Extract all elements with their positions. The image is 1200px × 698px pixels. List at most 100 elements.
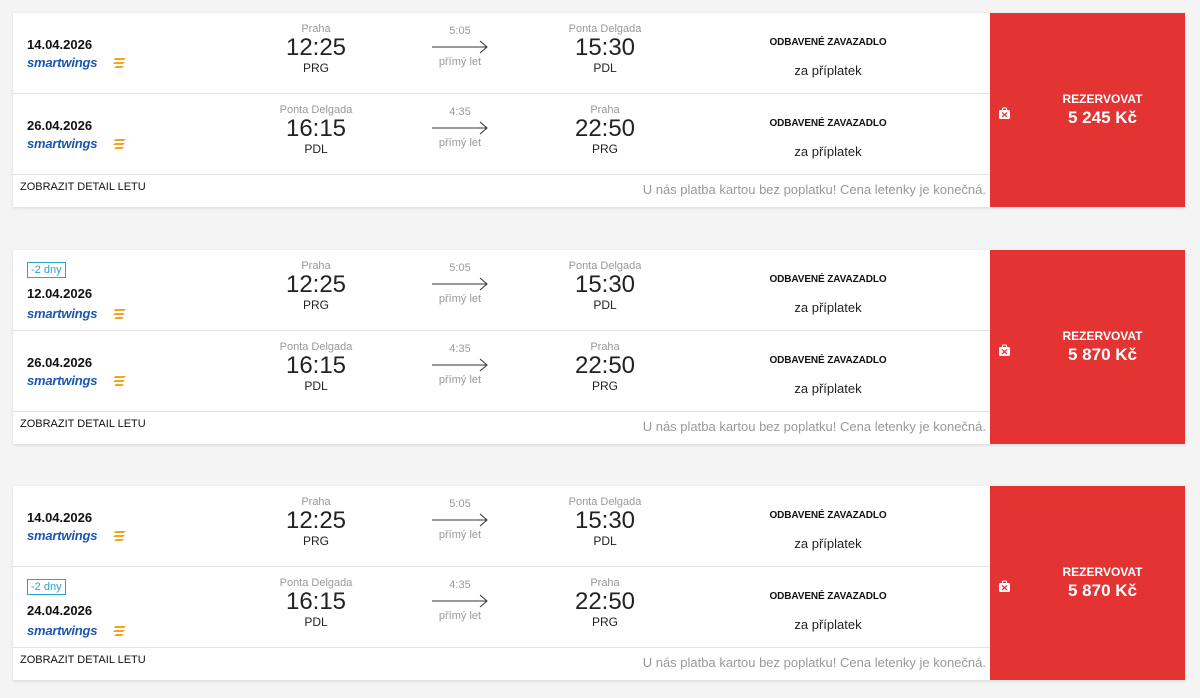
book-button[interactable]: REZERVOVAT 5 870 Kč <box>990 486 1185 680</box>
leg-date: 24.04.2026 <box>27 603 93 618</box>
baggage-fee: za příplatek <box>794 536 862 551</box>
leg-date-column: 14.04.2026 smartwings <box>27 486 227 567</box>
airline-logo-wing-icon <box>113 376 126 386</box>
airline-logo: smartwings <box>27 373 126 388</box>
checked-baggage-info: ODBAVENÉ ZAVAZADLO za příplatek <box>753 591 903 632</box>
flight-type: přímý let <box>438 374 482 386</box>
leg-date-column: -2 dny 12.04.2026 smartwings <box>27 250 227 331</box>
departure-airport-code: PRG <box>302 298 329 312</box>
arrival-airport-code: PDL <box>593 298 617 312</box>
flight-arrow-icon <box>432 358 488 372</box>
payment-note: U nás platba kartou bez poplatku! Cena l… <box>642 419 986 434</box>
airline-logo-wing-icon <box>113 58 126 68</box>
flight-duration-block: 4:35 přímý let <box>405 579 515 622</box>
offer-footer: ZOBRAZIT DETAIL LETU U nás platba kartou… <box>13 648 990 680</box>
flight-type: přímý let <box>438 56 482 68</box>
airline-name: smartwings <box>27 306 98 321</box>
flight-offer-card: -2 dny 12.04.2026 smartwings Praha 12:25… <box>13 250 1185 444</box>
flight-duration: 5:05 <box>449 262 471 274</box>
book-button-label: REZERVOVAT <box>1062 92 1143 106</box>
leg-date-column: 26.04.2026 smartwings <box>27 331 227 412</box>
departure-airport-code: PDL <box>304 379 328 393</box>
arrival-airport-code: PDL <box>593 534 617 548</box>
departure-airport-code: PRG <box>302 534 329 548</box>
airline-logo: smartwings <box>27 623 126 638</box>
show-flight-detail-link[interactable]: ZOBRAZIT DETAIL LETU <box>20 418 146 430</box>
arrival-airport-code: PRG <box>591 615 618 629</box>
leg-date-column: -2 dny 24.04.2026 smartwings <box>27 567 227 648</box>
flight-leg: 14.04.2026 smartwings Praha 12:25 PRG 5:… <box>13 13 990 94</box>
show-flight-detail-link[interactable]: ZOBRAZIT DETAIL LETU <box>20 181 146 193</box>
arrival-airport-code: PRG <box>591 379 618 393</box>
leg-date: 26.04.2026 <box>27 118 93 133</box>
date-shift-badge: -2 dny <box>27 262 66 278</box>
departure: Praha 12:25 PRG <box>256 260 376 312</box>
flight-duration-block: 4:35 přímý let <box>405 106 515 149</box>
flight-duration: 4:35 <box>449 343 471 355</box>
arrival: Praha 22:50 PRG <box>545 577 665 629</box>
arrival: Praha 22:50 PRG <box>545 104 665 156</box>
baggage-fee: za příplatek <box>794 617 862 632</box>
departure-time: 16:15 <box>285 352 347 379</box>
baggage-fee: za příplatek <box>794 381 862 396</box>
leg-date: 14.04.2026 <box>27 37 93 52</box>
departure-time: 12:25 <box>285 271 347 298</box>
leg-date-column: 26.04.2026 smartwings <box>27 94 227 175</box>
payment-note: U nás platba kartou bez poplatku! Cena l… <box>642 182 986 197</box>
departure-time: 16:15 <box>285 115 347 142</box>
arrival: Praha 22:50 PRG <box>545 341 665 393</box>
checked-baggage-info: ODBAVENÉ ZAVAZADLO za příplatek <box>753 37 903 78</box>
flight-leg: -2 dny 12.04.2026 smartwings Praha 12:25… <box>13 250 990 331</box>
baggage-title: ODBAVENÉ ZAVAZADLO <box>769 355 887 366</box>
flight-arrow-icon <box>432 121 488 135</box>
flight-arrow-icon <box>432 40 488 54</box>
departure: Praha 12:25 PRG <box>256 23 376 75</box>
offer-price: 5 245 Kč <box>1068 108 1137 127</box>
airline-name: smartwings <box>27 623 98 638</box>
offer-price: 5 870 Kč <box>1068 345 1137 364</box>
departure-airport-code: PDL <box>304 615 328 629</box>
arrival-time: 15:30 <box>574 507 636 534</box>
flight-offer-card: 14.04.2026 smartwings Praha 12:25 PRG 5:… <box>13 486 1185 680</box>
departure-time: 16:15 <box>285 588 347 615</box>
airline-logo-wing-icon <box>113 626 126 636</box>
flight-type: přímý let <box>438 137 482 149</box>
baggage-fee: za příplatek <box>794 63 862 78</box>
show-flight-detail-link[interactable]: ZOBRAZIT DETAIL LETU <box>20 654 146 666</box>
arrival-time: 15:30 <box>574 271 636 298</box>
checked-baggage-info: ODBAVENÉ ZAVAZADLO za příplatek <box>753 274 903 315</box>
flight-type: přímý let <box>438 529 482 541</box>
book-button-label: REZERVOVAT <box>1062 329 1143 343</box>
book-button[interactable]: REZERVOVAT 5 870 Kč <box>990 250 1185 444</box>
date-shift-badge: -2 dny <box>27 579 66 595</box>
flight-duration: 5:05 <box>449 25 471 37</box>
airline-name: smartwings <box>27 136 98 151</box>
arrival: Ponta Delgada 15:30 PDL <box>545 260 665 312</box>
checked-baggage-info: ODBAVENÉ ZAVAZADLO za příplatek <box>753 118 903 159</box>
departure: Ponta Delgada 16:15 PDL <box>256 341 376 393</box>
arrival-time: 15:30 <box>574 34 636 61</box>
offer-footer: ZOBRAZIT DETAIL LETU U nás platba kartou… <box>13 412 990 444</box>
flight-arrow-icon <box>432 513 488 527</box>
arrival-time: 22:50 <box>574 352 636 379</box>
flight-leg: -2 dny 24.04.2026 smartwings Ponta Delga… <box>13 567 990 648</box>
airline-logo: smartwings <box>27 55 126 70</box>
book-button[interactable]: REZERVOVAT 5 245 Kč <box>990 13 1185 207</box>
departure-time: 12:25 <box>285 34 347 61</box>
departure: Ponta Delgada 16:15 PDL <box>256 104 376 156</box>
arrival-airport-code: PRG <box>591 142 618 156</box>
baggage-fee: za příplatek <box>794 144 862 159</box>
arrival: Ponta Delgada 15:30 PDL <box>545 23 665 75</box>
flight-duration: 4:35 <box>449 106 471 118</box>
airline-logo-wing-icon <box>113 309 126 319</box>
baggage-title: ODBAVENÉ ZAVAZADLO <box>769 591 887 602</box>
flight-arrow-icon <box>432 277 488 291</box>
book-button-label: REZERVOVAT <box>1062 565 1143 579</box>
checked-baggage-info: ODBAVENÉ ZAVAZADLO za příplatek <box>753 510 903 551</box>
airline-logo: smartwings <box>27 136 126 151</box>
departure: Praha 12:25 PRG <box>256 496 376 548</box>
arrival-airport-code: PDL <box>593 61 617 75</box>
flight-duration-block: 5:05 přímý let <box>405 262 515 305</box>
baggage-icon <box>999 107 1010 119</box>
flight-duration: 4:35 <box>449 579 471 591</box>
